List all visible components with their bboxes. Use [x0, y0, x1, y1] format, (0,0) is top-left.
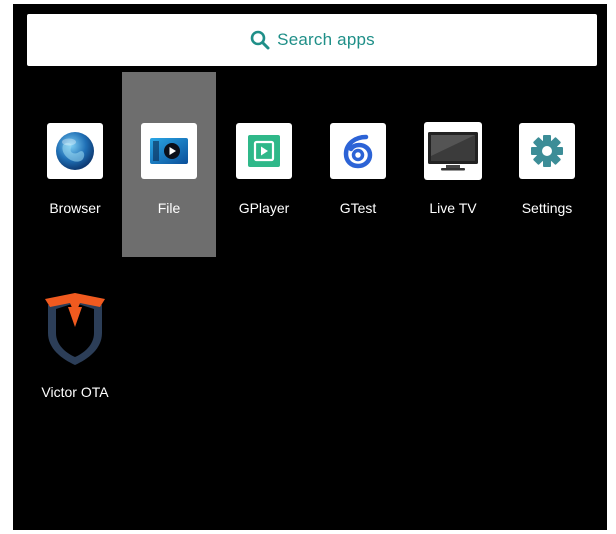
search-icon — [249, 29, 271, 51]
app-label: GPlayer — [238, 200, 290, 216]
search-placeholder: Search apps — [277, 30, 375, 49]
tv-icon — [424, 122, 482, 180]
globe-icon — [47, 123, 103, 179]
app-tile-gtest[interactable]: GTest — [311, 72, 405, 257]
app-label: GTest — [339, 200, 377, 216]
app-label: Settings — [521, 200, 573, 216]
app-label: Victor OTA — [41, 384, 109, 400]
app-label: File — [157, 200, 181, 216]
app-label: Browser — [49, 200, 101, 216]
app-drawer: Search apps Browser File GPlayer GTest L… — [13, 4, 607, 530]
file-video-icon — [141, 123, 197, 179]
app-tile-gplayer[interactable]: GPlayer — [217, 72, 311, 257]
gear-icon — [519, 123, 575, 179]
app-tile-settings[interactable]: Settings — [500, 72, 594, 257]
app-tile-browser[interactable]: Browser — [28, 72, 122, 257]
shield-icon — [42, 292, 108, 372]
play-icon — [236, 123, 292, 179]
gtest-icon — [330, 123, 386, 179]
app-tile-live-tv[interactable]: Live TV — [406, 72, 500, 257]
app-tile-file[interactable]: File — [122, 72, 216, 257]
search-bar[interactable]: Search apps — [27, 14, 597, 66]
app-tile-victor-ota[interactable]: Victor OTA — [28, 256, 122, 441]
app-label: Live TV — [429, 200, 477, 216]
